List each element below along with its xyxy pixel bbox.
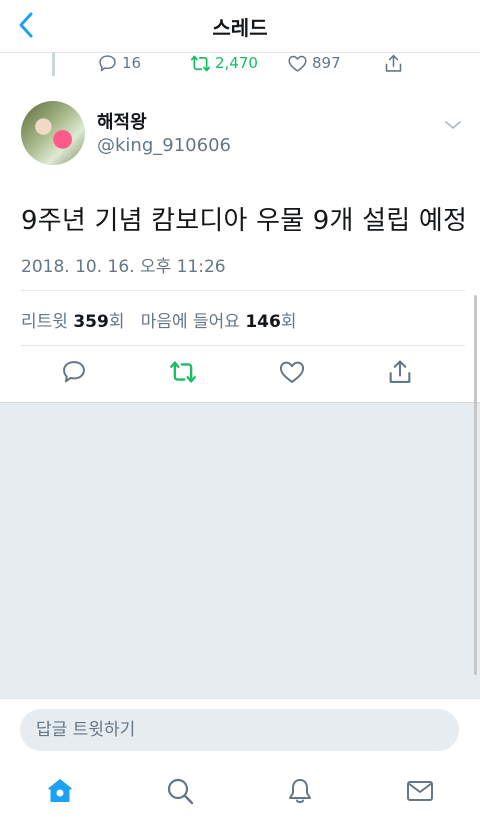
like-button[interactable]: [278, 358, 310, 390]
reply-icon: [99, 54, 116, 71]
retweet-icon: [170, 361, 196, 383]
like-stat-suffix: 회: [280, 312, 297, 332]
prev-retweet-button[interactable]: 2,470: [190, 52, 258, 74]
reply-button[interactable]: [60, 358, 92, 390]
divider: [21, 345, 465, 346]
prev-reply-count: 16: [122, 54, 142, 72]
mail-icon: [407, 781, 433, 801]
scrollbar[interactable]: [474, 295, 477, 675]
tweet-stats: 리트윗 359회 마음에 들어요 146회: [21, 307, 296, 332]
reply-bar: [0, 698, 480, 761]
tweet-timestamp: 2018. 10. 16. 오후 11:26: [21, 257, 226, 277]
tweet-actions: [0, 358, 480, 394]
tab-bar: [0, 760, 480, 819]
tab-notifications[interactable]: [285, 776, 315, 806]
heart-icon: [279, 361, 305, 383]
prev-tweet-actions: 16 2,470 897: [0, 52, 480, 76]
like-stat-label: 마음에 들어요: [140, 312, 240, 332]
prev-share-button[interactable]: [383, 52, 408, 74]
divider: [21, 290, 465, 291]
prev-reply-button[interactable]: 16: [97, 52, 141, 74]
display-name[interactable]: 해적왕: [97, 108, 147, 134]
nav-bar: 스레드: [0, 0, 480, 53]
tab-messages[interactable]: [405, 776, 435, 806]
prev-like-button[interactable]: 897: [287, 52, 341, 74]
avatar[interactable]: [21, 101, 85, 165]
prev-like-count: 897: [312, 54, 341, 72]
reply-input[interactable]: [20, 709, 459, 751]
retweet-stat-suffix: 회: [108, 312, 125, 332]
tab-search[interactable]: [165, 776, 195, 806]
empty-replies-area: [0, 402, 480, 699]
retweet-icon: [190, 55, 211, 71]
chevron-down-icon[interactable]: [444, 116, 462, 129]
page-title: 스레드: [212, 16, 268, 40]
retweet-stat-count: 359: [73, 312, 109, 332]
tab-home[interactable]: [45, 776, 75, 806]
retweet-button[interactable]: [169, 358, 201, 390]
user-handle[interactable]: @king_910606: [97, 135, 231, 156]
tweet-text: 9주년 기념 캄보디아 우물 9개 설립 예정: [21, 206, 468, 236]
prev-retweet-count: 2,470: [215, 54, 258, 72]
retweet-stat[interactable]: 리트윗 359회: [21, 312, 124, 332]
share-icon: [385, 54, 402, 72]
share-button[interactable]: [386, 358, 418, 390]
like-stat[interactable]: 마음에 들어요 146회: [141, 312, 297, 332]
search-icon: [167, 778, 194, 805]
share-icon: [389, 360, 411, 383]
reply-icon: [63, 361, 85, 383]
bell-icon: [289, 779, 311, 803]
like-stat-count: 146: [245, 312, 281, 332]
retweet-stat-label: 리트윗: [21, 312, 68, 332]
heart-icon: [288, 55, 307, 72]
home-icon: [48, 779, 72, 802]
